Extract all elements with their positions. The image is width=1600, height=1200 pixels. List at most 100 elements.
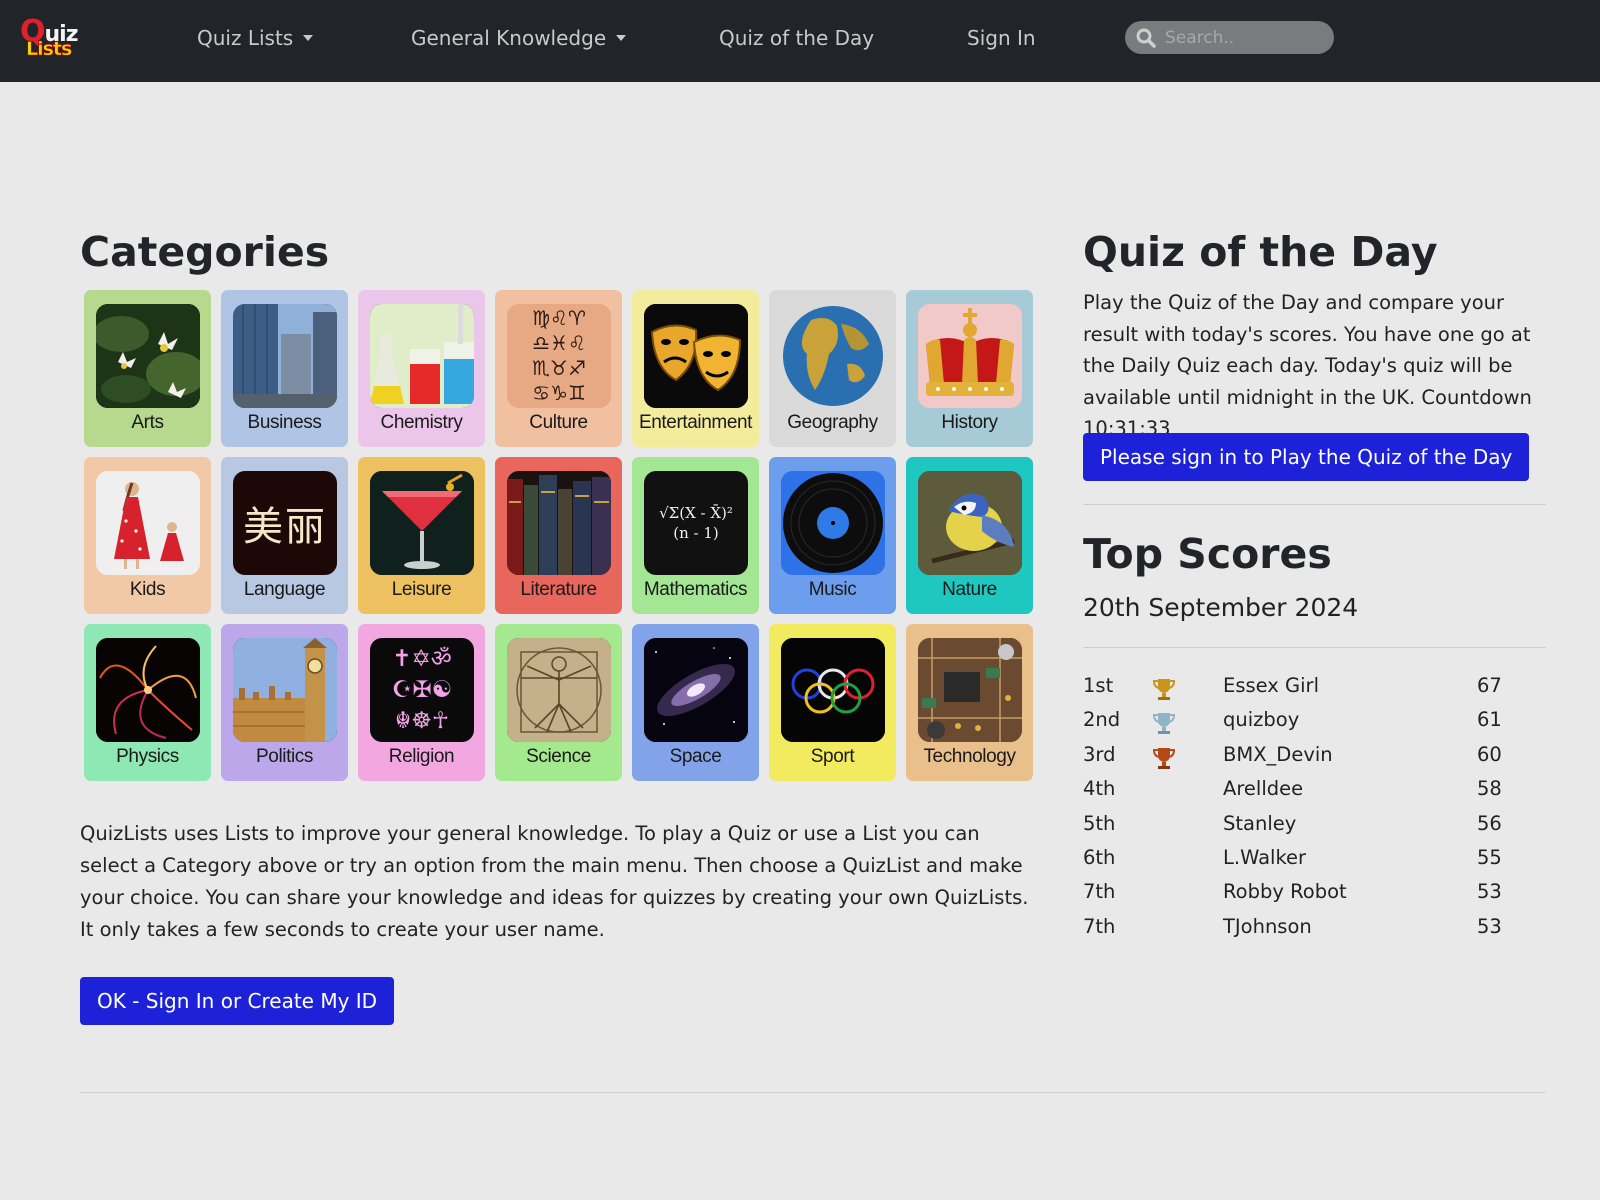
category-tile-kids[interactable]: Kids (84, 457, 211, 614)
sport-image (781, 638, 885, 742)
score-value: 60 (1477, 742, 1502, 766)
tile-label: Literature (520, 579, 597, 600)
navbar: Quiz Lists Quiz Lists General Knowledge … (0, 0, 1600, 82)
category-tile-science[interactable]: Science (495, 624, 622, 781)
score-name: Robby Robot (1223, 880, 1347, 904)
tile-label: Business (247, 412, 322, 433)
category-tile-physics[interactable]: Physics (84, 624, 211, 781)
tile-label: History (941, 412, 998, 433)
nav-quiz-of-the-day[interactable]: Quiz of the Day (719, 26, 874, 50)
religious-symbols: ✝✡ॐ ☪✠☯ ☬☸☥ (391, 645, 453, 734)
tile-label: Chemistry (380, 412, 463, 433)
category-tile-chemistry[interactable]: Chemistry (358, 290, 485, 447)
tile-label: Science (526, 746, 591, 767)
score-value: 58 (1477, 777, 1502, 801)
nav-label: General Knowledge (411, 26, 607, 50)
top-scores-date: 20th September 2024 (1083, 593, 1359, 622)
score-row: 3rd BMX_Devin 60 (1083, 739, 1513, 773)
entertainment-image (644, 304, 748, 408)
zodiac-symbols: ♍♌♈ ♎♓♌ ♏♉♐ ♋♑♊ (532, 306, 586, 405)
category-tile-music[interactable]: Music (769, 457, 896, 614)
space-image (644, 638, 748, 742)
category-tile-nature[interactable]: Nature (906, 457, 1033, 614)
music-image (781, 471, 885, 575)
search-input[interactable] (1163, 25, 1327, 51)
category-tile-geography[interactable]: Geography (769, 290, 896, 447)
category-tile-culture[interactable]: ♍♌♈ ♎♓♌ ♏♉♐ ♋♑♊ Culture (495, 290, 622, 447)
bronze-trophy-icon (1151, 745, 1177, 776)
category-tile-leisure[interactable]: Leisure (358, 457, 485, 614)
score-row: 7th TJohnson 53 (1083, 911, 1513, 945)
politics-image (233, 638, 337, 742)
geography-image (781, 304, 885, 408)
score-name: BMX_Devin (1223, 742, 1333, 766)
tile-label: Leisure (391, 579, 452, 600)
footer-divider (80, 1092, 1546, 1093)
tile-label: Arts (131, 412, 164, 433)
category-tile-technology[interactable]: Technology (906, 624, 1033, 781)
nav-quiz-lists-dropdown[interactable]: Quiz Lists (197, 26, 314, 50)
score-value: 55 (1477, 845, 1502, 869)
score-row: 7th Robby Robot 53 (1083, 876, 1513, 910)
category-tile-mathematics[interactable]: √Σ(X - X̄)² (n - 1) Mathematics (632, 457, 759, 614)
tile-label: Language (243, 579, 326, 600)
category-tile-space[interactable]: Space (632, 624, 759, 781)
score-rank: 5th (1083, 811, 1116, 835)
score-value: 67 (1477, 674, 1502, 697)
score-rank: 1st (1083, 674, 1114, 697)
category-tile-sport[interactable]: Sport (769, 624, 896, 781)
nav-label: Quiz Lists (197, 26, 294, 50)
tile-label: Space (669, 746, 722, 767)
score-rank: 6th (1083, 845, 1116, 869)
score-value: 61 (1477, 708, 1502, 732)
score-name: L.Walker (1223, 845, 1307, 869)
tile-label: Kids (129, 579, 166, 600)
score-name: TJohnson (1223, 914, 1312, 938)
play-quiz-of-the-day-button[interactable]: Please sign in to Play the Quiz of the D… (1083, 433, 1530, 481)
tile-label: Physics (116, 746, 179, 767)
gold-trophy-icon (1151, 676, 1177, 707)
tile-label: Nature (942, 579, 997, 600)
category-tile-religion[interactable]: ✝✡ॐ ☪✠☯ ☬☸☥ Religion (358, 624, 485, 781)
score-rank: 7th (1083, 880, 1116, 904)
caret-down-icon (616, 35, 627, 41)
divider (1083, 647, 1546, 648)
category-tile-arts[interactable]: Arts (84, 290, 211, 447)
search-box (1125, 21, 1334, 54)
category-tile-business[interactable]: Business (221, 290, 348, 447)
kids-image (96, 471, 200, 575)
category-tile-history[interactable]: History (906, 290, 1033, 447)
tile-label: Entertainment (638, 412, 753, 433)
score-row: 1st Essex Girl 67 (1083, 670, 1513, 704)
sign-in-or-create-id-button[interactable]: OK - Sign In or Create My ID (80, 977, 395, 1025)
nav-label: Sign In (967, 26, 1036, 50)
category-tile-entertainment[interactable]: Entertainment (632, 290, 759, 447)
business-image (233, 304, 337, 408)
top-scores-heading: Top Scores (1083, 530, 1332, 578)
caret-down-icon (303, 35, 314, 41)
tile-label: Sport (810, 746, 855, 767)
score-row: 6th L.Walker 55 (1083, 842, 1513, 876)
quiz-of-the-day-heading: Quiz of the Day (1083, 228, 1438, 276)
tile-label: Geography (787, 412, 878, 433)
history-image (918, 304, 1022, 408)
tile-label: Mathematics (643, 579, 748, 600)
quizlists-logo[interactable]: Quiz Lists (20, 14, 80, 62)
physics-image (96, 638, 200, 742)
chinese-characters: 美丽 (243, 504, 327, 550)
category-tile-literature[interactable]: Literature (495, 457, 622, 614)
score-rank: 7th (1083, 914, 1116, 938)
religion-image: ✝✡ॐ ☪✠☯ ☬☸☥ (370, 638, 474, 742)
score-rank: 3rd (1083, 742, 1116, 766)
category-tile-politics[interactable]: Politics (221, 624, 348, 781)
nav-sign-in[interactable]: Sign In (967, 26, 1036, 50)
score-row: 5th Stanley 56 (1083, 808, 1513, 842)
nav-general-knowledge-dropdown[interactable]: General Knowledge (411, 26, 627, 50)
nature-image (918, 471, 1022, 575)
score-rank: 2nd (1083, 708, 1121, 732)
score-rank: 4th (1083, 777, 1116, 801)
leisure-image (370, 471, 474, 575)
category-tile-language[interactable]: 美丽 Language (221, 457, 348, 614)
score-row: 2nd quizboy 61 (1083, 704, 1513, 738)
divider (1083, 504, 1546, 505)
